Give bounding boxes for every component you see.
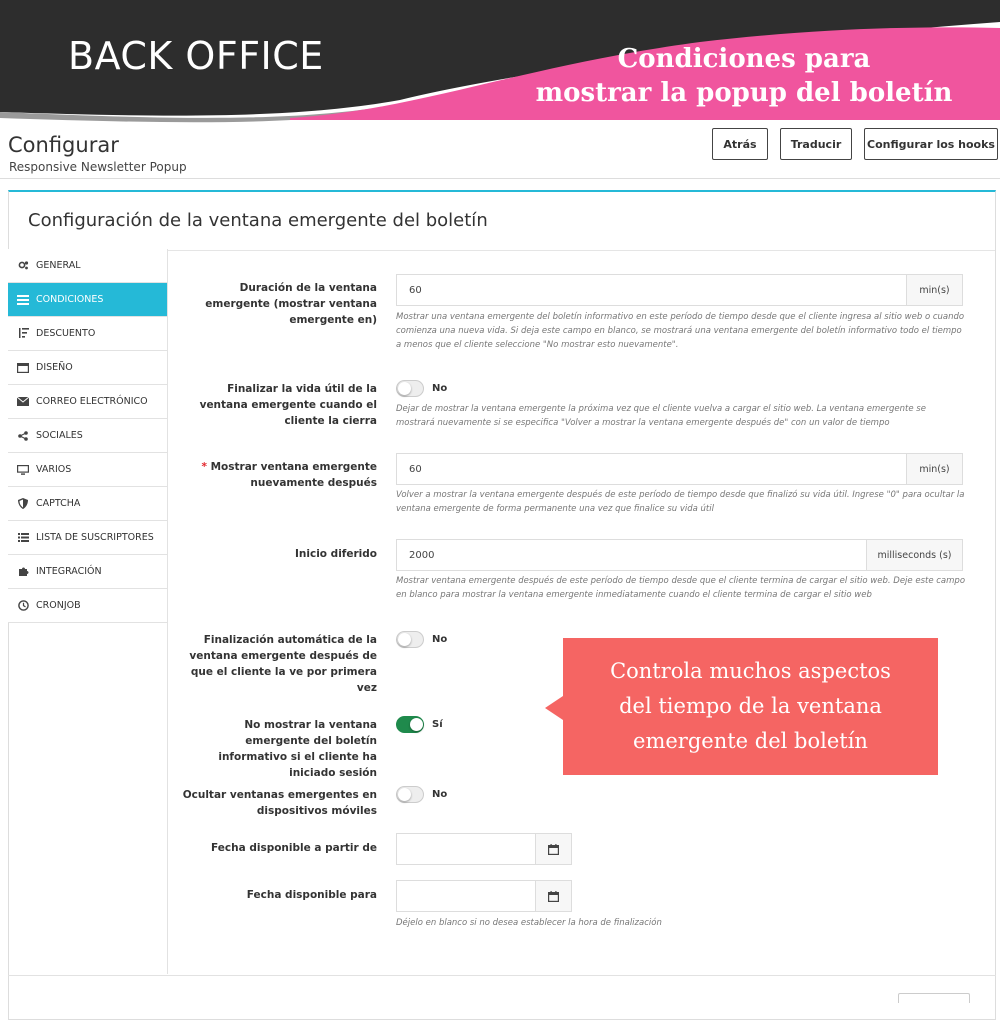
end-on-close-toggle[interactable] (396, 380, 424, 397)
back-button[interactable]: Atrás (712, 128, 768, 160)
list-icon (16, 532, 30, 544)
date-to-input[interactable] (396, 880, 572, 912)
callout-pointer (545, 696, 563, 720)
delay-unit: milliseconds (s) (866, 540, 962, 570)
sidebar-item-subscribers[interactable]: LISTA DE SUSCRIPTORES (8, 521, 168, 555)
auto-end-toggle[interactable] (396, 631, 424, 648)
sidebar-item-label: CONDICIONES (36, 294, 104, 305)
sidebar-item-misc[interactable]: VARIOS (8, 453, 168, 487)
show-again-unit: min(s) (906, 454, 962, 484)
delay-help: Mostrar ventana emergente después de est… (396, 576, 966, 600)
banner-subtitle-line-2: mostrar la popup del boletín (535, 78, 953, 108)
hide-logged-label: No mostrar la ventana emergente del bole… (218, 719, 377, 779)
promo-callout: Controla muchos aspectos del tiempo de l… (563, 638, 938, 775)
show-again-input[interactable]: 60 min(s) (396, 453, 963, 485)
banner-title: BACK OFFICE (68, 34, 324, 78)
list-icon (16, 294, 30, 306)
sidebar-item-conditions[interactable]: CONDICIONES (8, 283, 168, 317)
window-icon (16, 362, 30, 374)
sidebar-item-label: DESCUENTO (36, 328, 96, 339)
content-divider (167, 249, 168, 974)
sidebar-item-social[interactable]: SOCIALES (8, 419, 168, 453)
callout-line-1: Controla muchos aspectos (610, 659, 891, 683)
sidebar-item-captcha[interactable]: CAPTCHA (8, 487, 168, 521)
sidebar-item-label: CAPTCHA (36, 498, 81, 509)
share-icon (16, 430, 30, 442)
date-to-field[interactable] (397, 881, 535, 911)
sidebar-item-label: INTEGRACIÓN (36, 566, 102, 577)
sidebar-item-label: CRONJOB (36, 600, 81, 611)
page-subtitle: Responsive Newsletter Popup (9, 160, 187, 174)
panel-footer-divider (8, 975, 996, 976)
toggle-knob (398, 382, 411, 395)
date-from-field[interactable] (397, 834, 535, 864)
duration-unit: min(s) (906, 275, 962, 305)
sidebar-item-general[interactable]: GENERAL (8, 249, 168, 283)
end-on-close-label: Finalizar la vida útil de la ventana eme… (199, 383, 377, 427)
page-title: Configurar (8, 133, 119, 157)
date-from-input[interactable] (396, 833, 572, 865)
sidebar-item-label: DISEÑO (36, 362, 73, 373)
delay-input[interactable]: 2000 milliseconds (s) (396, 539, 963, 571)
duration-value: 60 (409, 284, 422, 296)
callout-line-2: del tiempo de la ventana (619, 694, 882, 718)
sidebar-item-design[interactable]: DISEÑO (8, 351, 168, 385)
hide-mobile-toggle[interactable] (396, 786, 424, 803)
sidebar-item-label: SOCIALES (36, 430, 83, 441)
header-divider (0, 178, 1000, 179)
save-button[interactable] (898, 993, 970, 1003)
envelope-icon (16, 396, 30, 408)
sidebar-item-discount[interactable]: DESCUENTO (8, 317, 168, 351)
translate-button[interactable]: Traducir (780, 128, 852, 160)
banner-subtitle: Condiciones para mostrar la popup del bo… (534, 42, 954, 110)
date-from-label: Fecha disponible a partir de (211, 842, 377, 854)
date-to-help: Déjelo en blanco si no desea establecer … (396, 918, 662, 928)
show-again-label-text: Mostrar ventana emergente nuevamente des… (210, 461, 377, 489)
sort-icon (16, 328, 30, 340)
date-to-label: Fecha disponible para (246, 889, 377, 901)
sidebar-item-label: CORREO ELECTRÓNICO (36, 396, 148, 407)
calendar-icon[interactable] (535, 881, 571, 911)
monitor-icon (16, 464, 30, 476)
settings-sidebar: GENERAL CONDICIONES DESCUENTO DISEÑO COR… (8, 249, 168, 623)
auto-end-state: No (432, 634, 448, 645)
required-mark: * (201, 461, 207, 473)
clock-icon (16, 600, 30, 612)
sidebar-item-label: GENERAL (36, 260, 81, 271)
configure-hooks-button[interactable]: Configurar los hooks (864, 128, 998, 160)
sidebar-item-integration[interactable]: INTEGRACIÓN (8, 555, 168, 589)
auto-end-label: Finalización automática de la ventana em… (189, 634, 377, 694)
sidebar-item-cronjob[interactable]: CRONJOB (8, 589, 168, 623)
show-again-label: * Mostrar ventana emergente nuevamente d… (177, 459, 377, 491)
calendar-icon[interactable] (535, 834, 571, 864)
delay-value: 2000 (409, 549, 435, 561)
sidebar-item-label: LISTA DE SUSCRIPTORES (36, 532, 154, 543)
panel-title: Configuración de la ventana emergente de… (28, 210, 488, 231)
puzzle-icon (16, 566, 30, 578)
toggle-knob (398, 788, 411, 801)
gears-icon (16, 260, 30, 272)
hide-mobile-state: No (432, 789, 448, 800)
sidebar-item-email[interactable]: CORREO ELECTRÓNICO (8, 385, 168, 419)
duration-help: Mostrar una ventana emergente del boletí… (396, 312, 965, 350)
callout-line-3: emergente del boletín (633, 729, 868, 753)
show-again-help: Volver a mostrar la ventana emergente de… (396, 490, 965, 514)
show-again-value: 60 (409, 463, 422, 475)
shield-icon (16, 498, 30, 510)
sidebar-item-label: VARIOS (36, 464, 72, 475)
toggle-knob (410, 718, 423, 731)
toggle-knob (398, 633, 411, 646)
banner-subtitle-line-1: Condiciones para (617, 44, 871, 74)
duration-input[interactable]: 60 min(s) (396, 274, 963, 306)
delay-label: Inicio diferido (295, 548, 377, 560)
hide-logged-toggle[interactable] (396, 716, 424, 733)
hide-mobile-label: Ocultar ventanas emergentes en dispositi… (182, 789, 377, 817)
end-on-close-help: Dejar de mostrar la ventana emergente la… (396, 404, 926, 428)
end-on-close-state: No (432, 383, 448, 394)
promo-banner: BACK OFFICE Condiciones para mostrar la … (0, 0, 1000, 125)
hide-logged-state: Sí (432, 719, 443, 730)
duration-label: Duración de la ventana emergente (mostra… (205, 282, 377, 326)
